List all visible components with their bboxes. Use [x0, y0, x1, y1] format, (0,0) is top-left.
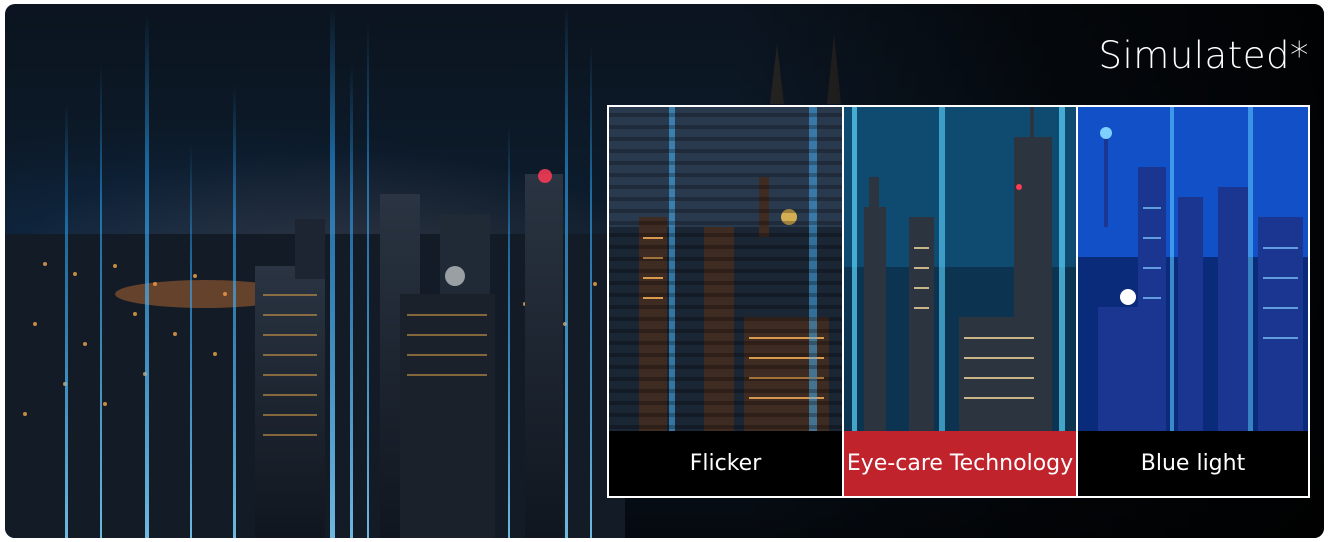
- blue-light-panel: Blue light: [1076, 107, 1308, 496]
- eye-care-panel: Eye-care Technology: [842, 107, 1076, 496]
- blue-light-city-image: [1078, 107, 1308, 431]
- blue-light-label: Blue light: [1078, 431, 1308, 496]
- simulated-note: Simulated*: [1098, 34, 1309, 77]
- flicker-city-image: [609, 107, 842, 431]
- eye-care-banner: Simulated* Flicker Eye-care Technology B…: [5, 4, 1324, 538]
- eye-care-city-image: [844, 107, 1076, 431]
- flicker-panel: Flicker: [609, 107, 842, 496]
- flicker-label: Flicker: [609, 431, 842, 496]
- eye-care-label: Eye-care Technology: [844, 431, 1076, 496]
- comparison-panels: Flicker Eye-care Technology Blue light: [607, 105, 1310, 498]
